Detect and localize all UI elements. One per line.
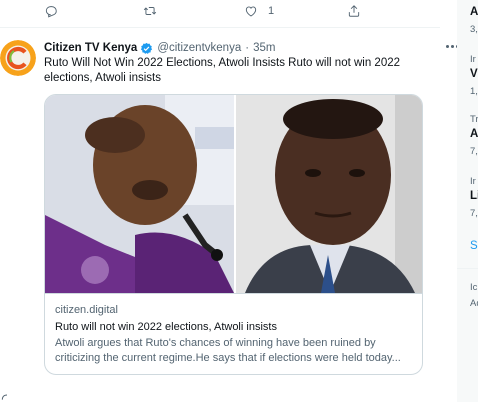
more-dot-icon <box>451 44 454 48</box>
card-text: citizen.digital Ruto will not win 2022 e… <box>45 293 422 374</box>
trend-item-1-title[interactable]: A <box>470 6 478 18</box>
trend-item-4-category: Ir <box>470 176 476 187</box>
tweet-divider <box>0 27 440 28</box>
reply-button[interactable] <box>44 4 58 18</box>
retweet-button[interactable] <box>143 4 157 18</box>
footer-link-2[interactable]: Ad <box>470 298 478 309</box>
avatar[interactable] <box>0 40 36 76</box>
author-handle[interactable]: @citizentvkenya <box>157 42 241 54</box>
share-icon <box>348 5 360 17</box>
trend-item-3-title[interactable]: A <box>470 128 478 140</box>
trend-item-3-category: Tr <box>470 114 478 125</box>
trend-item-2-count: 1, <box>470 86 478 97</box>
header-separator: · <box>245 42 250 54</box>
reply-icon[interactable] <box>0 388 14 402</box>
heart-icon <box>245 6 257 17</box>
trend-item-2-title[interactable]: V <box>470 68 478 80</box>
trend-item-3-count: 7, <box>470 146 478 157</box>
more-dot-icon <box>446 44 449 48</box>
tweet-timestamp[interactable]: 35m <box>253 42 275 54</box>
author-name[interactable]: Citizen TV Kenya <box>44 42 137 54</box>
citizen-logo-icon <box>0 40 36 76</box>
tweet-text: Ruto Will Not Win 2022 Elections, Atwoli… <box>44 57 401 84</box>
retweet-icon <box>143 7 157 15</box>
tweet-header: Citizen TV Kenya @citizentvkenya · 35m <box>44 40 429 56</box>
reply-icon <box>45 6 57 18</box>
trend-item-1-count: 3, <box>470 24 478 35</box>
verified-badge-icon <box>141 42 153 54</box>
trend-item-4-title[interactable]: Li <box>470 190 478 202</box>
previous-tweet-actions: 1 <box>0 4 440 22</box>
trend-item-2-category: Ir <box>470 54 476 65</box>
card-domain: citizen.digital <box>55 304 118 316</box>
card-description: Atwoli argues that Ruto's chances of win… <box>55 337 401 364</box>
footer-link-1[interactable]: Ic <box>470 282 477 293</box>
show-more-link[interactable]: S <box>470 240 478 252</box>
card-title: Ruto will not win 2022 elections, Atwoli… <box>55 321 277 333</box>
share-button[interactable] <box>347 4 361 18</box>
sidebar-divider <box>457 268 478 269</box>
link-preview-card[interactable]: citizen.digital Ruto will not win 2022 e… <box>44 94 423 375</box>
trend-item-4-count: 7, <box>470 208 478 219</box>
like-count: 1 <box>268 5 275 17</box>
card-image <box>45 95 422 293</box>
like-button[interactable]: 1 <box>244 4 274 18</box>
